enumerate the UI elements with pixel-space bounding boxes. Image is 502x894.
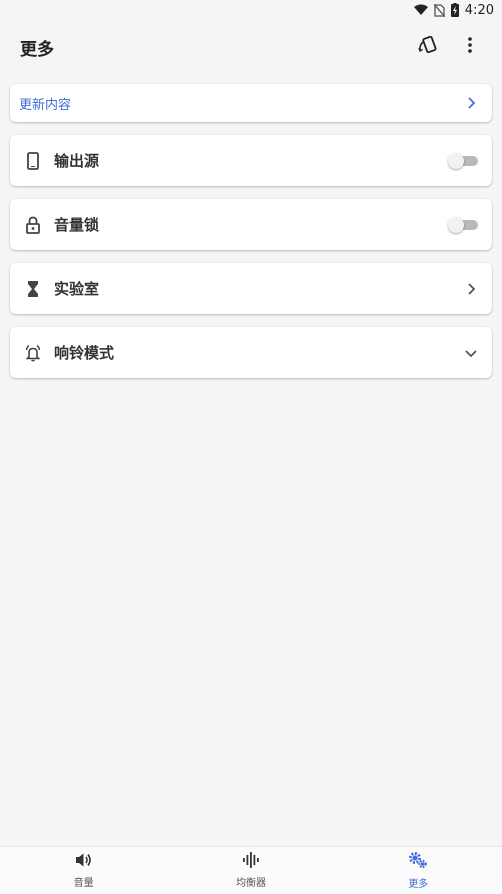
ringer-mode-row[interactable]: 响铃模式 xyxy=(10,327,492,378)
lock-icon xyxy=(24,216,42,234)
more-vert-icon xyxy=(467,37,473,57)
equalizer-icon xyxy=(242,852,260,872)
nav-label-equalizer: 均衡器 xyxy=(235,878,266,889)
nav-label-volume: 音量 xyxy=(73,878,94,889)
output-source-toggle[interactable] xyxy=(448,152,478,169)
bell-icon xyxy=(24,344,42,362)
app-bar: 更多 xyxy=(0,24,502,70)
overflow-menu-button[interactable] xyxy=(458,35,482,59)
screen: 4:20 更多 更新内容 输出源 音量锁 实验室 响铃模式 音量 均衡器 更多 xyxy=(0,0,502,894)
volume-lock-row[interactable]: 音量锁 xyxy=(10,199,492,250)
phone-icon xyxy=(24,151,42,170)
wifi-icon xyxy=(413,4,428,16)
nav-item-volume[interactable]: 音量 xyxy=(0,847,167,894)
nav-item-more[interactable]: 更多 xyxy=(335,847,502,894)
page-title: 更多 xyxy=(20,39,54,60)
volume-lock-label: 音量锁 xyxy=(54,216,100,234)
bottom-navigation: 音量 均衡器 更多 xyxy=(0,846,502,894)
status-time: 4:20 xyxy=(464,2,494,18)
battery-charging-icon xyxy=(450,3,459,17)
volume-icon xyxy=(75,852,93,872)
status-bar: 4:20 xyxy=(0,0,502,20)
no-sim-icon xyxy=(433,3,445,17)
hourglass-icon xyxy=(24,280,42,298)
ringer-mode-label: 响铃模式 xyxy=(54,344,115,362)
update-content-card[interactable]: 更新内容 xyxy=(10,84,492,122)
settings-gears-icon xyxy=(408,851,428,873)
chevron-right-icon xyxy=(464,96,478,110)
update-content-label: 更新内容 xyxy=(19,97,72,113)
chevron-down-icon xyxy=(464,346,478,360)
output-source-label: 输出源 xyxy=(54,152,100,170)
nav-label-more: 更多 xyxy=(408,879,429,890)
lab-label: 实验室 xyxy=(54,280,100,298)
screen-rotation-icon xyxy=(418,35,438,58)
chevron-right-icon xyxy=(464,282,478,296)
nav-item-equalizer[interactable]: 均衡器 xyxy=(167,847,334,894)
rotate-screen-button[interactable] xyxy=(416,35,440,59)
lab-row[interactable]: 实验室 xyxy=(10,263,492,314)
output-source-row[interactable]: 输出源 xyxy=(10,135,492,186)
volume-lock-toggle[interactable] xyxy=(448,216,478,233)
